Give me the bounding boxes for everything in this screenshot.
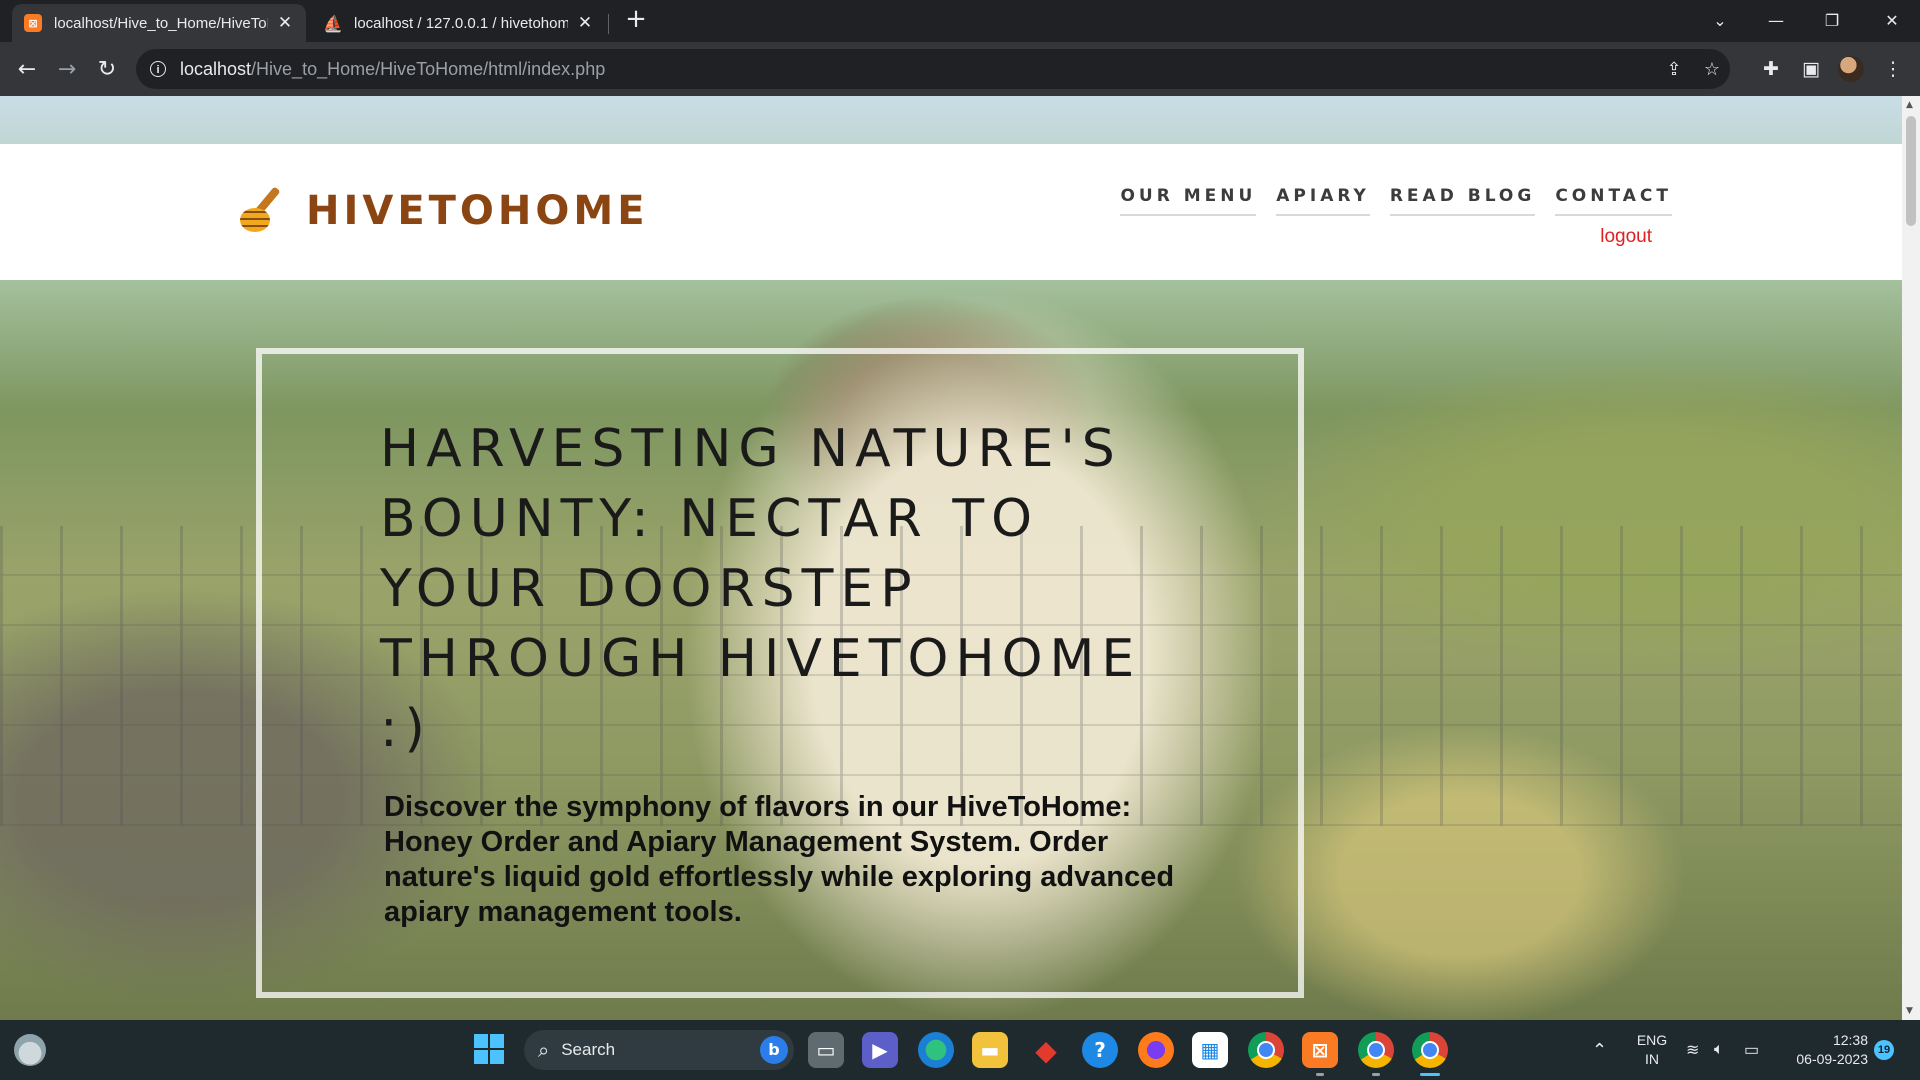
nav-our-menu[interactable]: OUR MENU	[1120, 186, 1257, 216]
search-icon: ⌕	[538, 1038, 550, 1062]
close-tab-icon[interactable]: ✕	[576, 13, 594, 33]
nav-contact[interactable]: CONTACT	[1555, 186, 1672, 216]
new-tab-button[interactable]: +	[622, 6, 650, 34]
menu-kebab-icon[interactable]: ⋮	[1874, 50, 1912, 88]
chrome-profile-icon[interactable]	[1358, 1032, 1394, 1076]
tab-separator	[608, 14, 609, 34]
logout-link[interactable]: logout	[1600, 226, 1652, 248]
reload-icon[interactable]: ↻	[88, 50, 126, 88]
edge-icon[interactable]	[918, 1032, 954, 1068]
weather-icon[interactable]	[14, 1034, 46, 1066]
windows-taskbar: ⌕ Search b ▭ ▶ ▬ ◆ ? ▦ ⊠ ⌃ ENG IN ≋ 🔈︎ ▭…	[0, 1020, 1920, 1080]
wifi-icon[interactable]: ≋	[1686, 1020, 1699, 1080]
hero-description: Discover the symphony of flavors in our …	[384, 791, 1175, 928]
close-icon[interactable]: ✕	[1864, 0, 1920, 40]
show-hidden-icons-icon[interactable]: ⌃	[1592, 1020, 1607, 1080]
browser-toolbar: ← → ↻ i localhost/Hive_to_Home/HiveToHom…	[0, 42, 1920, 96]
phpmyadmin-icon: ⛵	[323, 13, 343, 33]
lang-code: ENG	[1636, 1032, 1668, 1048]
site-logo[interactable]: HIVETOHOME	[238, 182, 649, 240]
bing-icon[interactable]: b	[760, 1036, 788, 1064]
browser-tab-strip: ⊠ localhost/Hive_to_Home/HiveToH ✕ ⛵ loc…	[0, 0, 1920, 42]
search-label: Search	[561, 1040, 616, 1059]
language-indicator[interactable]: ENG IN	[1636, 1020, 1668, 1080]
firefox-icon[interactable]	[1138, 1032, 1174, 1068]
clock-date: 06-09-2023	[1796, 1051, 1868, 1067]
volume-icon[interactable]: 🔈︎	[1714, 1020, 1724, 1080]
app-red-diamond-icon[interactable]: ◆	[1028, 1032, 1064, 1068]
address-url[interactable]: localhost/Hive_to_Home/HiveToHome/html/i…	[180, 59, 605, 80]
forward-icon[interactable]: →	[48, 50, 86, 88]
scroll-down-icon[interactable]: ▼	[1906, 1006, 1913, 1016]
honey-dipper-icon	[238, 182, 296, 240]
notification-badge[interactable]: 19	[1874, 1040, 1894, 1060]
teams-meet-icon[interactable]: ▶	[862, 1032, 898, 1068]
tab-search-icon[interactable]: ⌄	[1692, 0, 1748, 40]
lang-region: IN	[1645, 1051, 1659, 1067]
nav-apiary[interactable]: APIARY	[1276, 186, 1370, 216]
windows-start-icon[interactable]	[474, 1034, 504, 1064]
tab-title: localhost/Hive_to_Home/HiveToH	[54, 14, 268, 32]
main-nav: OUR MENU APIARY READ BLOG CONTACT	[1120, 186, 1672, 216]
microsoft-store-icon[interactable]: ▦	[1192, 1032, 1228, 1068]
clock[interactable]: 12:38 06-09-2023	[1776, 1020, 1868, 1080]
battery-icon[interactable]: ▭	[1744, 1020, 1759, 1080]
side-panel-icon[interactable]: ▣	[1792, 50, 1830, 88]
share-icon[interactable]: ⇪	[1656, 49, 1692, 89]
scrollbar-thumb[interactable]	[1906, 116, 1916, 226]
page-scrollbar[interactable]: ▲ ▼	[1902, 96, 1920, 1020]
page-viewport: HIVETOHOME OUR MENU APIARY READ BLOG CON…	[0, 96, 1902, 1020]
restore-icon[interactable]: ❐	[1804, 0, 1860, 40]
xampp-icon[interactable]: ⊠	[1302, 1032, 1338, 1076]
help-icon[interactable]: ?	[1082, 1032, 1118, 1068]
taskbar-search[interactable]: ⌕ Search b	[524, 1030, 794, 1070]
site-header: HIVETOHOME OUR MENU APIARY READ BLOG CON…	[0, 144, 1902, 280]
tab-hivetohome[interactable]: ⊠ localhost/Hive_to_Home/HiveToH ✕	[12, 4, 306, 42]
scroll-up-icon[interactable]: ▲	[1906, 100, 1913, 110]
task-view-icon[interactable]: ▭	[808, 1032, 844, 1068]
bookmark-star-icon[interactable]: ☆	[1694, 49, 1730, 89]
minimize-icon[interactable]: —	[1748, 0, 1804, 40]
address-bar[interactable]: i localhost/Hive_to_Home/HiveToHome/html…	[136, 49, 1730, 89]
extensions-icon[interactable]: ✚	[1752, 50, 1790, 88]
chrome-icon[interactable]	[1248, 1032, 1284, 1068]
profile-avatar[interactable]	[1838, 56, 1864, 82]
close-tab-icon[interactable]: ✕	[276, 13, 294, 33]
brand-name: HIVETOHOME	[306, 188, 649, 234]
nav-read-blog[interactable]: READ BLOG	[1389, 186, 1536, 216]
tab-phpmyadmin[interactable]: ⛵ localhost / 127.0.0.1 / hivetohom ✕	[312, 4, 606, 42]
site-info-icon[interactable]: i	[150, 61, 166, 77]
back-icon[interactable]: ←	[8, 50, 46, 88]
clock-time: 12:38	[1832, 1032, 1868, 1048]
hero-title: HARVESTING NATURE'S BOUNTY: NECTAR TO YO…	[380, 419, 1142, 759]
tab-title: localhost / 127.0.0.1 / hivetohom	[354, 14, 568, 32]
xampp-icon: ⊠	[24, 14, 42, 32]
chrome-active-icon[interactable]	[1412, 1032, 1448, 1076]
file-explorer-icon[interactable]: ▬	[972, 1032, 1008, 1068]
